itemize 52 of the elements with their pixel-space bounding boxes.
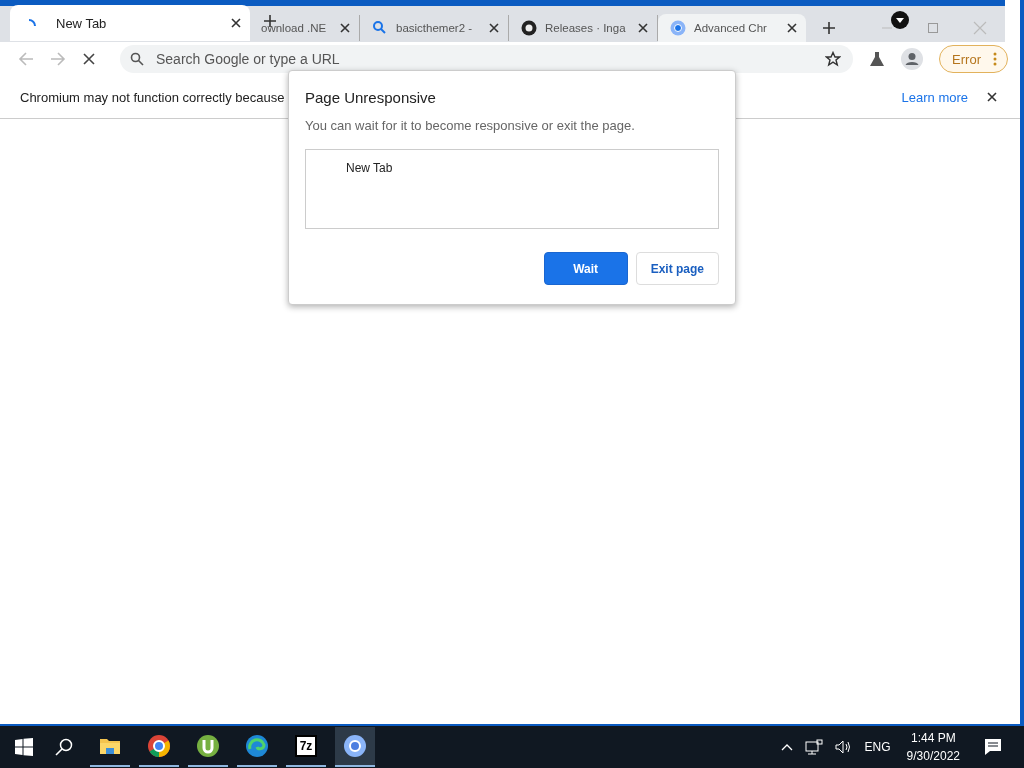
learn-more-link[interactable]: Learn more: [901, 89, 968, 105]
flask-icon[interactable]: [869, 51, 886, 67]
archive-logo-icon: 7z: [294, 735, 318, 758]
dialog-title: Page Unresponsive: [305, 89, 437, 106]
tab-title: basicthemer2 -: [396, 22, 474, 34]
search-icon: [372, 20, 388, 36]
browser-logo-icon: [147, 734, 171, 759]
taskbar-app[interactable]: 7z: [286, 727, 326, 768]
page-list-item[interactable]: New Tab: [346, 161, 678, 175]
loading-spinner-icon: [28, 19, 36, 27]
windows-start-icon[interactable]: [15, 738, 33, 757]
chevron-up-icon[interactable]: [780, 743, 793, 752]
language-indicator[interactable]: ENG: [864, 740, 891, 755]
menu-dots-icon: [993, 52, 997, 66]
exit-page-button[interactable]: Exit page: [635, 252, 719, 285]
address-field[interactable]: Search Google or type a URL: [154, 50, 816, 68]
stop-icon[interactable]: [82, 52, 96, 66]
search-icon[interactable]: [55, 738, 73, 757]
clock-date[interactable]: 9/30/2022: [906, 747, 960, 766]
tab-title: ownload .NE: [261, 22, 328, 34]
search-icon: [130, 52, 144, 66]
network-icon[interactable]: [804, 739, 823, 756]
chromium-logo-icon: [670, 20, 686, 36]
tab-title: New Tab: [56, 15, 108, 31]
browser-tab[interactable]: basicthemer2 -: [360, 15, 509, 41]
infobar-message: Chromium may not function correctly because: [20, 89, 285, 105]
tab-title: Advanced Chr: [694, 22, 768, 34]
speaker-icon[interactable]: [834, 739, 853, 756]
close-icon[interactable]: [339, 22, 351, 34]
taskbar-app[interactable]: [335, 727, 375, 768]
chromium-logo-icon: [343, 734, 367, 759]
error-button[interactable]: Error: [939, 45, 1008, 73]
new-tab-icon[interactable]: [822, 21, 836, 35]
profile-avatar-icon[interactable]: [901, 48, 924, 70]
browser-tab[interactable]: ownload .NE: [261, 15, 360, 41]
wait-button[interactable]: Wait: [543, 252, 628, 285]
browser-tab[interactable]: New Tab: [10, 5, 250, 41]
star-icon[interactable]: [825, 51, 842, 67]
browser-tab[interactable]: Releases · Inga: [509, 15, 658, 41]
address-bar[interactable]: Search Google or type a URL: [120, 45, 854, 73]
dialog-message: You can wait for it to become responsive or exit the page.: [305, 118, 636, 133]
clock-time[interactable]: 1:44 PM: [910, 729, 956, 748]
tab-title: Releases · Inga: [545, 22, 627, 34]
close-icon[interactable]: [786, 22, 798, 34]
tab-search-icon[interactable]: [890, 10, 910, 30]
browser-tab[interactable]: Advanced Chr: [658, 14, 806, 42]
close-icon[interactable]: [986, 91, 998, 103]
wave-logo-icon: [245, 734, 269, 759]
notifications-icon[interactable]: [984, 738, 1002, 757]
close-icon[interactable]: [488, 22, 500, 34]
close-icon[interactable]: [230, 17, 242, 29]
close-icon[interactable]: [637, 22, 649, 34]
